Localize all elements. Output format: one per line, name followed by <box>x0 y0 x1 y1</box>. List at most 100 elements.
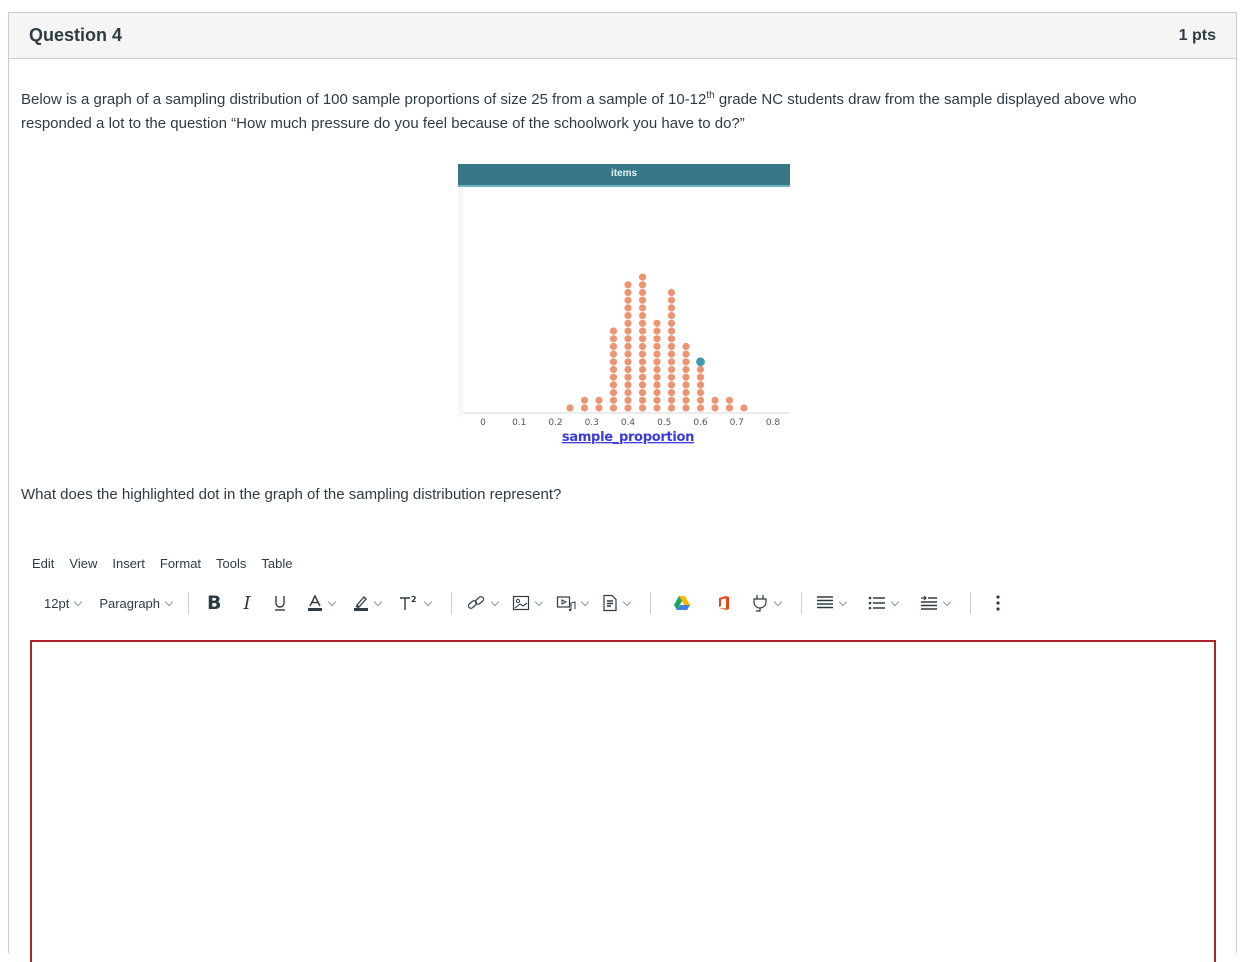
data-dot <box>653 358 661 366</box>
bold-button[interactable]: B <box>203 590 225 616</box>
data-dot <box>638 365 647 374</box>
data-dot <box>638 312 647 320</box>
data-dot <box>624 335 632 343</box>
data-dot <box>624 288 632 297</box>
data-dot <box>609 373 618 381</box>
data-dot <box>609 335 618 343</box>
chevron-down-icon <box>490 597 499 606</box>
data-dot <box>725 396 734 404</box>
apps-plugin-button[interactable] <box>747 590 791 616</box>
document-button[interactable] <box>598 590 640 616</box>
data-dot <box>624 342 632 350</box>
data-dot <box>638 273 647 281</box>
data-dot <box>682 396 690 404</box>
superscript-button[interactable]: 2 <box>395 590 441 616</box>
data-dot <box>566 404 574 412</box>
data-dot <box>696 404 705 412</box>
data-dot <box>653 396 661 404</box>
toolbar-divider <box>969 592 971 614</box>
data-dot <box>638 288 647 297</box>
italic-icon: I <box>243 592 251 614</box>
data-dot <box>609 389 618 397</box>
data-dot <box>682 365 690 374</box>
svg-text:2: 2 <box>411 595 417 604</box>
align-left-icon <box>816 596 833 609</box>
menu-insert[interactable]: Insert <box>112 556 145 571</box>
google-drive-button[interactable] <box>669 590 695 616</box>
chevron-down-icon <box>74 597 83 606</box>
menu-tools[interactable]: Tools <box>216 556 246 571</box>
underline-button[interactable] <box>269 590 291 616</box>
data-dot <box>667 350 676 358</box>
link-button[interactable] <box>462 590 508 616</box>
chevron-down-icon <box>890 597 899 606</box>
data-dot <box>653 342 661 350</box>
data-dot <box>711 396 719 404</box>
data-dot <box>667 296 676 304</box>
question-points: 1 pts <box>1178 26 1216 44</box>
data-dot <box>638 358 647 366</box>
x-tick-label: 0 <box>480 418 486 428</box>
x-tick-label: 0.2 <box>548 418 562 428</box>
x-tick-label: 0.5 <box>657 418 671 428</box>
data-dot <box>609 350 618 358</box>
chevron-down-icon <box>534 597 543 606</box>
data-dot <box>624 350 632 358</box>
chevron-down-icon <box>164 597 174 606</box>
menu-table[interactable]: Table <box>261 556 292 571</box>
image-button[interactable] <box>508 590 552 616</box>
data-dot <box>667 327 676 335</box>
data-dot <box>609 396 618 404</box>
data-dot <box>638 396 647 404</box>
data-dot <box>624 381 632 389</box>
data-dot <box>682 358 690 366</box>
office365-button[interactable] <box>713 590 735 616</box>
data-dot <box>653 373 661 381</box>
data-dot <box>667 389 676 397</box>
superscript-icon: 2 <box>399 595 417 610</box>
x-tick-label: 0.8 <box>766 418 781 428</box>
toolbar-divider <box>800 592 802 614</box>
menu-edit[interactable]: Edit <box>32 556 54 571</box>
bullet-list-button[interactable] <box>864 590 908 616</box>
chevron-down-icon <box>942 597 951 606</box>
highlighted-dot[interactable] <box>696 357 705 367</box>
data-dot <box>609 365 618 374</box>
indent-button[interactable] <box>916 590 960 616</box>
data-dot <box>624 319 632 327</box>
data-dot <box>624 296 632 304</box>
editor-toolbar: 12pt Paragraph B I 2 <box>40 590 1005 616</box>
menu-format[interactable]: Format <box>160 556 201 571</box>
data-dot <box>682 404 690 412</box>
data-dot <box>653 335 661 343</box>
data-dot <box>696 389 705 397</box>
toolbar-divider <box>450 592 452 614</box>
more-options-button[interactable] <box>991 590 1005 616</box>
bold-icon: B <box>207 592 222 614</box>
question-title: Question 4 <box>29 25 123 45</box>
office365-icon <box>718 596 729 610</box>
data-dot <box>609 404 618 412</box>
data-dot <box>667 304 676 312</box>
x-tick-label: 0.3 <box>585 418 599 428</box>
media-icon <box>556 596 576 612</box>
chevron-down-icon <box>373 597 382 606</box>
highlight-color-button[interactable] <box>349 590 391 616</box>
data-dot <box>609 327 618 335</box>
data-dot <box>725 404 734 412</box>
data-dot <box>624 304 632 312</box>
italic-button[interactable]: I <box>240 590 255 616</box>
block-format-select[interactable]: Paragraph <box>95 590 182 616</box>
media-button[interactable] <box>552 590 598 616</box>
bullet-list-icon <box>868 596 885 610</box>
font-size-select[interactable]: 12pt <box>40 590 91 616</box>
data-dot <box>667 404 676 412</box>
data-dot <box>638 281 647 289</box>
chevron-down-icon <box>580 597 589 606</box>
answer-editor[interactable] <box>30 640 1216 962</box>
data-dot <box>609 381 618 389</box>
text-color-button[interactable] <box>303 590 345 616</box>
menu-view[interactable]: View <box>69 556 97 571</box>
data-dot <box>580 404 589 412</box>
align-button[interactable] <box>812 590 856 616</box>
